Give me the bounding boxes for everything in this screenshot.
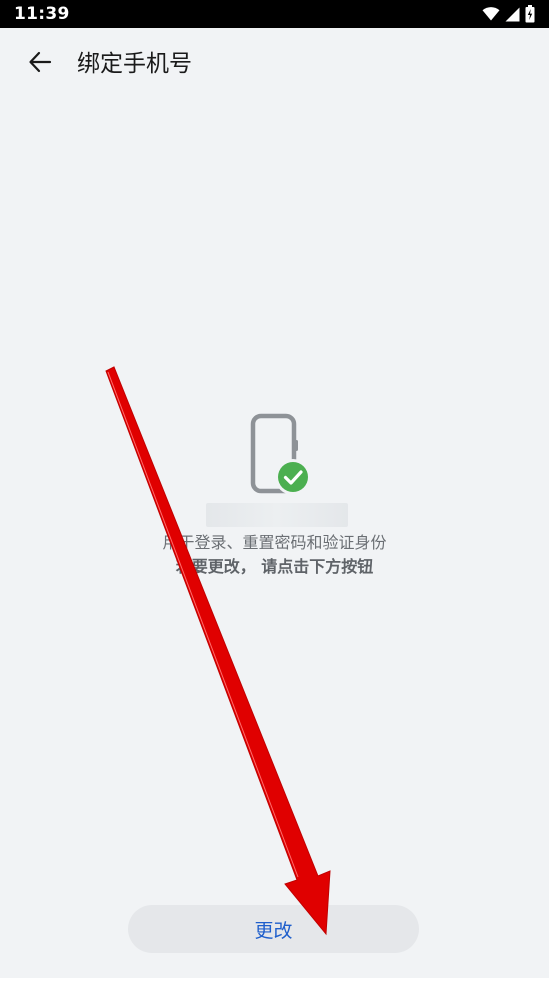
back-button[interactable] xyxy=(20,46,60,82)
change-button[interactable]: 更改 xyxy=(128,905,419,953)
arrow-left-icon xyxy=(27,49,53,79)
masked-phone-number xyxy=(206,503,348,527)
status-time: 11:39 xyxy=(14,4,70,24)
battery-icon xyxy=(525,5,535,23)
status-bar: 11:39 xyxy=(0,0,549,28)
app-header: 绑定手机号 xyxy=(0,28,549,100)
wifi-icon xyxy=(482,7,500,21)
signal-icon xyxy=(505,7,520,22)
change-instruction: 若要更改， 请点击下方按钮 xyxy=(175,557,374,576)
usage-description: 用于登录、重置密码和验证身份 xyxy=(162,533,387,552)
navigation-bar xyxy=(0,978,549,982)
status-icons xyxy=(482,5,535,23)
page-title: 绑定手机号 xyxy=(77,51,192,77)
phone-check-icon xyxy=(246,410,316,500)
